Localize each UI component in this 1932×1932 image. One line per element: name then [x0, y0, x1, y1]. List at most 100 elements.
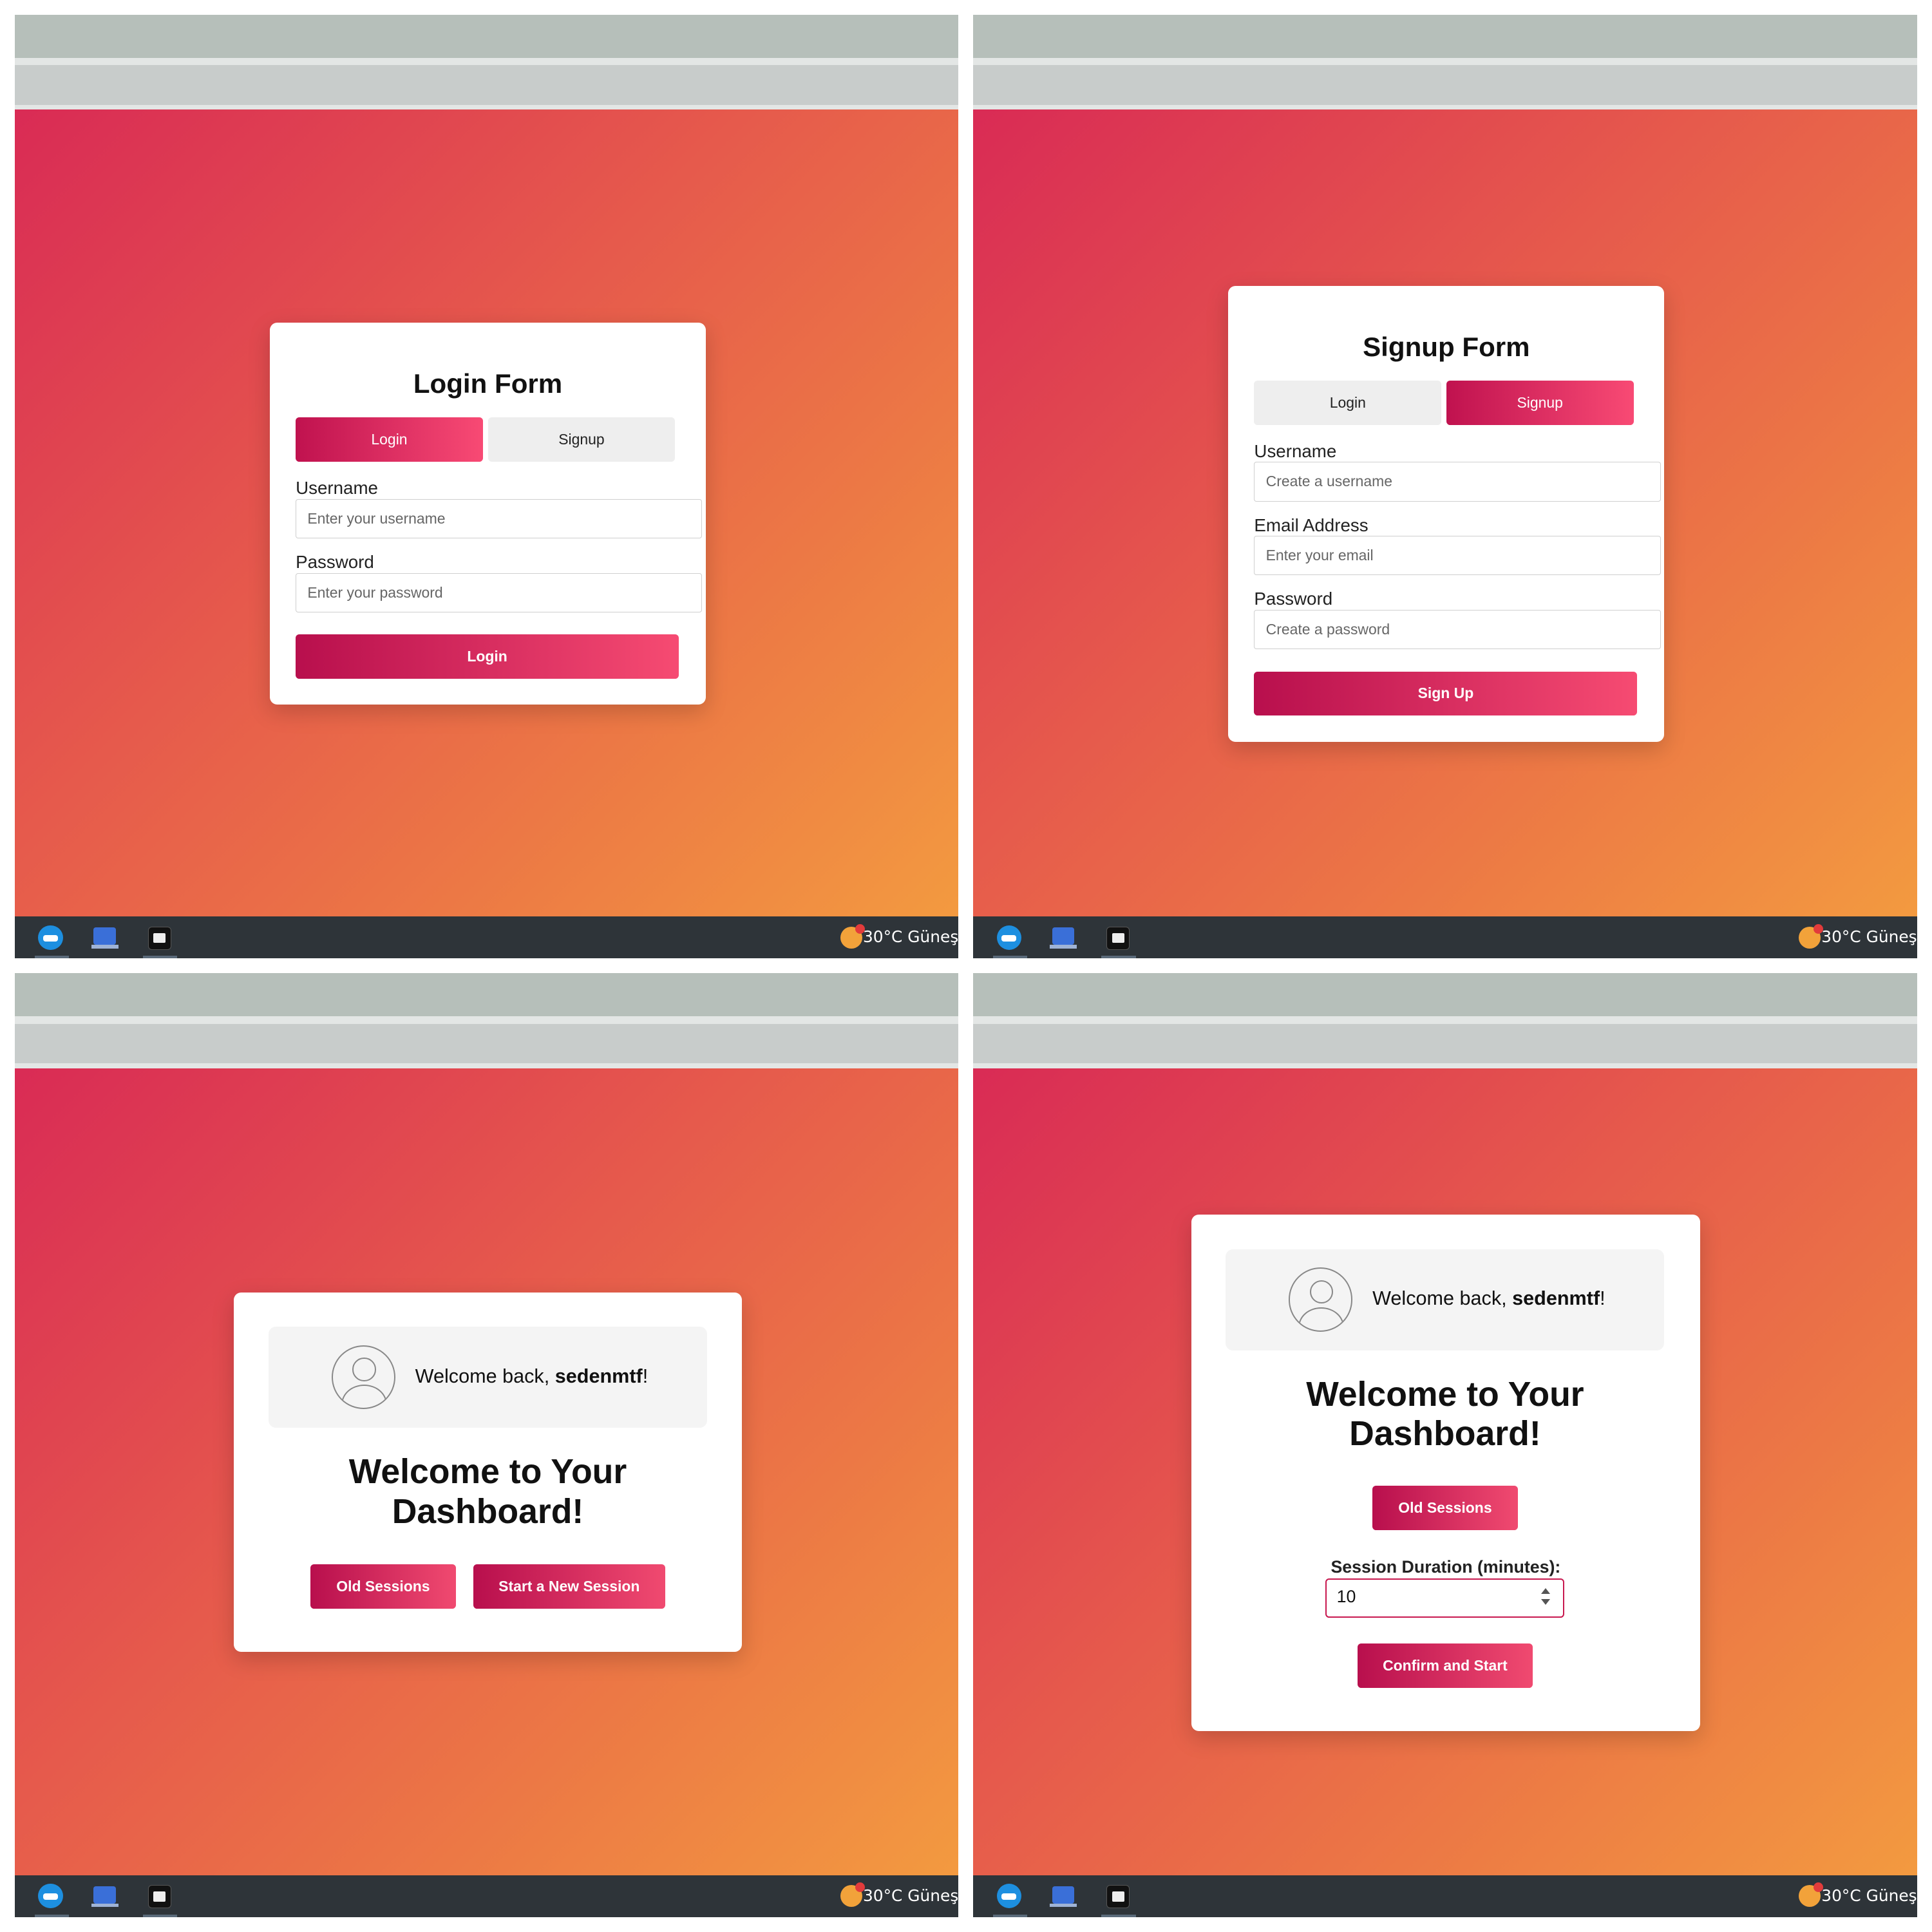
username: sedenmtf — [554, 1365, 643, 1387]
browser-address-bar[interactable] — [973, 1023, 1917, 1063]
browser-address-bar[interactable] — [14, 1023, 959, 1063]
session-card: Welcome back, sedenmtf! Welcome to Your … — [1191, 1215, 1700, 1731]
page-background: Welcome back, sedenmtf! Welcome to Your … — [14, 1068, 959, 1875]
weather-text[interactable]: 30°C Güneş — [1821, 1886, 1917, 1905]
dashboard-title: Welcome to Your Dashboard! — [1306, 1375, 1584, 1454]
welcome-suffix: ! — [1600, 1287, 1605, 1310]
username-label: Username — [1254, 440, 1337, 461]
screenshot-panel-signup: Signup Form Login Signup Username Email … — [973, 14, 1917, 959]
browser-divider — [14, 1016, 959, 1024]
package-icon[interactable] — [147, 1884, 171, 1909]
browser-divider — [14, 104, 959, 110]
browser-divider — [14, 1063, 959, 1068]
welcome-text: Welcome back, sedenmtf! — [1372, 1287, 1605, 1310]
browser-address-bar[interactable] — [973, 65, 1917, 105]
tab-signup[interactable]: Signup — [488, 417, 676, 462]
taskbar-active-indicator — [1101, 1914, 1136, 1917]
signup-card: Signup Form Login Signup Username Email … — [1228, 285, 1665, 742]
password-input[interactable] — [296, 573, 703, 612]
browser-divider — [973, 1016, 1917, 1024]
computer-icon[interactable] — [91, 1886, 118, 1908]
old-sessions-button[interactable]: Old Sessions — [310, 1564, 456, 1609]
username-label: Username — [296, 478, 378, 498]
package-icon[interactable] — [147, 926, 171, 950]
page-background: Welcome back, sedenmtf! Welcome to Your … — [973, 1068, 1917, 1875]
password-input[interactable] — [1254, 609, 1661, 650]
signup-button[interactable]: Sign Up — [1254, 671, 1638, 716]
browser-divider — [14, 57, 959, 66]
docker-icon[interactable] — [38, 925, 63, 950]
taskbar: 30°C Güneş — [973, 916, 1917, 959]
browser-titlebar — [973, 973, 1917, 1017]
package-icon[interactable] — [1106, 1884, 1130, 1909]
username-input[interactable] — [1254, 462, 1661, 502]
login-button[interactable]: Login — [296, 634, 679, 679]
dashboard-title: Welcome to Your Dashboard! — [348, 1453, 627, 1531]
taskbar-active-indicator — [142, 956, 178, 959]
taskbar-active-indicator — [1101, 956, 1136, 959]
username: sedenmtf — [1512, 1287, 1600, 1310]
number-spinner-icon[interactable] — [1541, 1587, 1551, 1608]
taskbar: 30°C Güneş — [973, 1875, 1917, 1917]
taskbar-active-indicator — [34, 956, 70, 959]
taskbar-active-indicator — [992, 1914, 1028, 1917]
taskbar-active-indicator — [34, 1914, 70, 1917]
welcome-suffix: ! — [642, 1365, 649, 1387]
browser-titlebar — [14, 14, 959, 58]
browser-titlebar — [14, 973, 959, 1017]
welcome-banner: Welcome back, sedenmtf! — [269, 1327, 708, 1428]
page-background: Signup Form Login Signup Username Email … — [973, 109, 1917, 917]
weather-text[interactable]: 30°C Güneş — [863, 927, 958, 946]
screenshot-panel-dashboard: Welcome back, sedenmtf! Welcome to Your … — [14, 973, 959, 1917]
docker-icon[interactable] — [38, 1883, 63, 1909]
dashboard-card: Welcome back, sedenmtf! Welcome to Your … — [234, 1292, 742, 1653]
taskbar-active-indicator — [142, 1914, 178, 1917]
start-new-session-button[interactable]: Start a New Session — [473, 1564, 665, 1609]
login-card: Login Form Login Signup Username Passwor… — [269, 323, 706, 705]
weather-text[interactable]: 30°C Güneş — [1821, 927, 1917, 946]
computer-icon[interactable] — [1049, 1886, 1077, 1908]
browser-divider — [973, 57, 1917, 66]
browser-divider — [973, 1063, 1917, 1068]
password-label: Password — [296, 552, 374, 572]
screenshot-panel-login: Login Form Login Signup Username Passwor… — [14, 14, 959, 959]
computer-icon[interactable] — [91, 927, 118, 949]
welcome-banner: Welcome back, sedenmtf! — [1226, 1249, 1665, 1350]
browser-address-bar[interactable] — [14, 65, 959, 105]
old-sessions-button[interactable]: Old Sessions — [1372, 1486, 1518, 1530]
password-label: Password — [1254, 589, 1333, 609]
page-background: Login Form Login Signup Username Passwor… — [14, 109, 959, 917]
avatar-icon — [1288, 1267, 1353, 1332]
email-input[interactable] — [1254, 536, 1661, 576]
computer-icon[interactable] — [1049, 927, 1077, 949]
weather-icon[interactable] — [840, 923, 865, 949]
docker-icon[interactable] — [996, 1883, 1021, 1909]
welcome-prefix: Welcome back, — [1372, 1287, 1513, 1310]
browser-titlebar — [973, 14, 1917, 58]
session-duration-label: Session Duration (minutes): — [1331, 1557, 1561, 1577]
weather-icon[interactable] — [1798, 1882, 1824, 1908]
form-title: Login Form — [413, 368, 563, 399]
avatar-icon — [331, 1345, 396, 1410]
tab-login[interactable]: Login — [296, 417, 483, 462]
docker-icon[interactable] — [996, 925, 1021, 950]
weather-icon[interactable] — [1798, 923, 1824, 949]
package-icon[interactable] — [1106, 926, 1130, 950]
username-input[interactable] — [296, 498, 703, 538]
taskbar: 30°C Güneş — [14, 916, 959, 959]
tab-signup[interactable]: Signup — [1446, 381, 1634, 425]
session-duration-input[interactable]: 10 — [1325, 1578, 1565, 1618]
screenshot-panel-session-setup: Welcome back, sedenmtf! Welcome to Your … — [973, 973, 1917, 1917]
confirm-and-start-button[interactable]: Confirm and Start — [1358, 1643, 1533, 1688]
tab-login[interactable]: Login — [1254, 381, 1442, 425]
form-title: Signup Form — [1363, 331, 1530, 362]
email-label: Email Address — [1254, 515, 1368, 535]
taskbar-active-indicator — [992, 956, 1028, 959]
welcome-prefix: Welcome back, — [415, 1365, 555, 1387]
browser-divider — [973, 104, 1917, 110]
session-duration-value: 10 — [1336, 1587, 1356, 1606]
welcome-text: Welcome back, sedenmtf! — [415, 1365, 649, 1388]
weather-icon[interactable] — [840, 1882, 865, 1908]
taskbar: 30°C Güneş — [14, 1875, 959, 1917]
weather-text[interactable]: 30°C Güneş — [863, 1886, 958, 1905]
